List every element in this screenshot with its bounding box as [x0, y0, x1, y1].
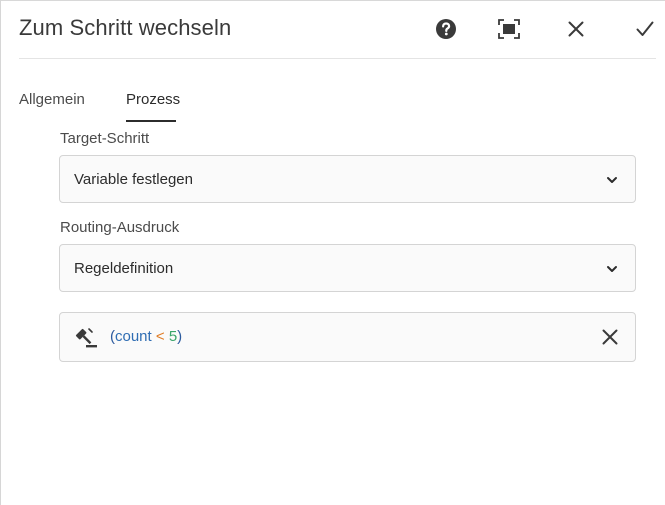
dialog: Zum Schritt wechseln Allgemein Prozess T… — [0, 0, 665, 505]
chevron-down-icon — [607, 266, 617, 272]
checkmark-icon — [636, 21, 654, 36]
routing-expression-select[interactable]: Regeldefinition — [59, 244, 636, 292]
rule-definition-box[interactable]: (count < 5) — [59, 312, 636, 362]
fullscreen-icon — [498, 19, 520, 39]
close-icon — [568, 21, 584, 37]
rule-operator: < — [155, 328, 165, 345]
target-step-value: Variable festlegen — [74, 171, 193, 188]
routing-expression-label: Routing-Ausdruck — [60, 219, 180, 236]
routing-expression-value: Regeldefinition — [74, 260, 174, 277]
gavel-icon — [75, 328, 97, 348]
close-button[interactable] — [563, 16, 589, 42]
rule-variable: count — [115, 328, 152, 345]
dialog-title: Zum Schritt wechseln — [19, 15, 232, 40]
clear-rule-icon[interactable] — [601, 328, 619, 346]
rule-expression: (count < 5) — [110, 328, 182, 345]
active-tab-indicator — [126, 120, 176, 122]
chevron-down-icon — [607, 177, 617, 183]
help-button[interactable] — [433, 16, 459, 42]
tab-allgemein[interactable]: Allgemein — [19, 91, 85, 108]
target-step-label: Target-Schritt — [60, 130, 150, 147]
dialog-header: Zum Schritt wechseln — [1, 0, 665, 58]
done-button[interactable] — [632, 16, 658, 42]
header-divider — [19, 58, 656, 59]
target-step-select[interactable]: Variable festlegen — [59, 155, 636, 203]
rule-close-paren: ) — [177, 328, 183, 345]
fullscreen-button[interactable] — [496, 16, 522, 42]
rule-value: 5 — [168, 328, 178, 345]
tab-prozess[interactable]: Prozess — [126, 91, 180, 108]
help-circle-icon — [436, 19, 456, 39]
